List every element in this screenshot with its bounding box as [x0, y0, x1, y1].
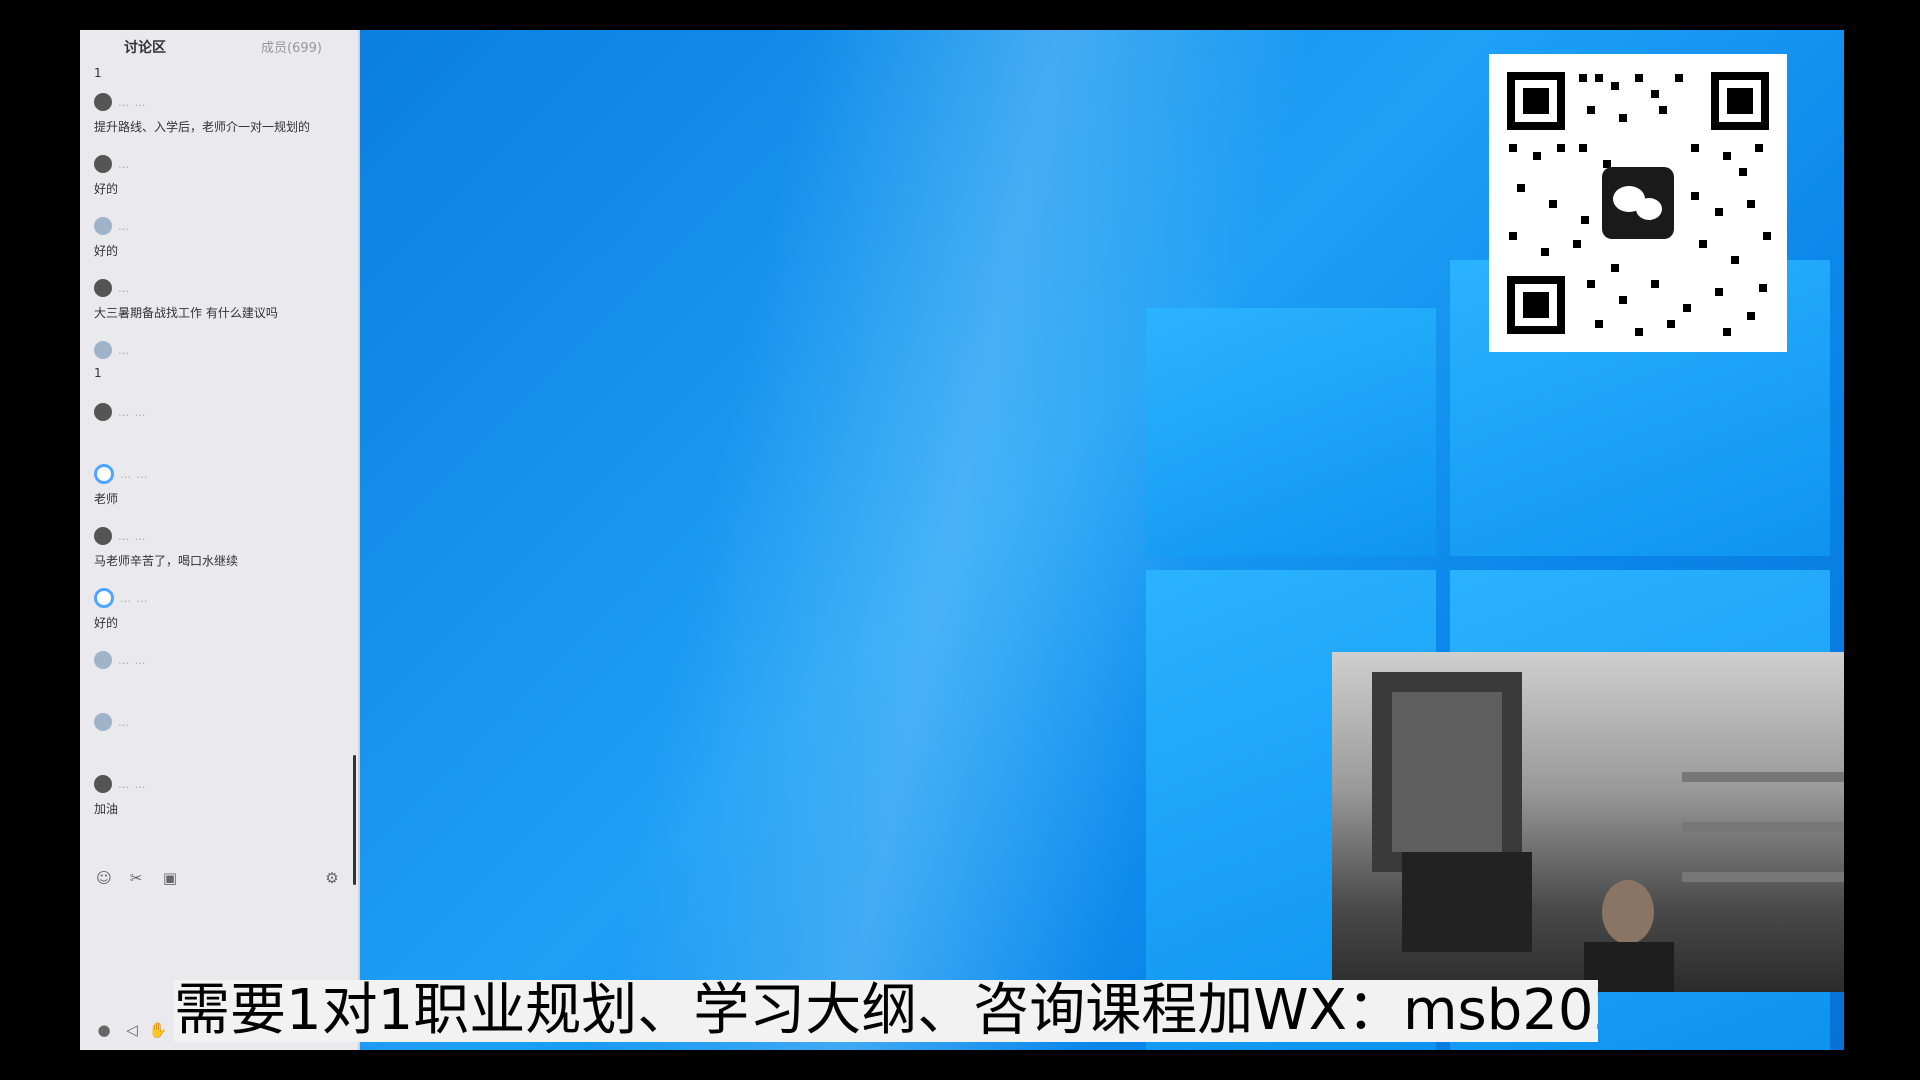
scissors-icon[interactable]: ✂ [126, 868, 146, 888]
message-list[interactable]: 1 … … 提升路线、入学后，老师介一对一规划的 … 好的 … 好的 … 大三暑… [80, 66, 350, 856]
webcam-scene [1372, 672, 1844, 992]
user-nickname: … [118, 715, 130, 729]
message-text: 好的 [94, 182, 119, 196]
user-nickname: … … [118, 529, 147, 543]
message-text: 1 [94, 66, 102, 80]
user-avatar[interactable] [94, 651, 112, 669]
user-nickname: … … [120, 591, 149, 605]
user-avatar[interactable] [94, 93, 112, 111]
chat-message: … [94, 712, 344, 738]
message-text: 1 [94, 366, 102, 380]
user-nickname: … [118, 157, 130, 171]
message-text: 好的 [94, 616, 119, 630]
chat-message: … 好的 [94, 216, 344, 259]
chat-message: … … 马老师辛苦了，喝口水继续 [94, 526, 344, 569]
user-avatar[interactable] [94, 464, 114, 484]
user-avatar[interactable] [94, 527, 112, 545]
chat-toolbar: ☺ ✂ ▣ ⚙ [94, 868, 344, 892]
hand-icon[interactable]: ✋ [148, 1020, 168, 1040]
webcam-feed [1332, 652, 1844, 992]
user-avatar[interactable] [94, 217, 112, 235]
chat-message: … … 老师 [94, 464, 344, 507]
member-count[interactable]: 成员(699) [261, 37, 322, 56]
gear-icon[interactable]: ⚙ [322, 868, 342, 888]
chat-message: … 好的 [94, 154, 344, 197]
screen-frame: 讨论区 成员(699) 1 … … 提升路线、入学后，老师介一对一规划的 … 好… [80, 30, 1844, 1050]
message-text: 加油 [94, 802, 119, 816]
user-nickname: … … [118, 405, 147, 419]
user-nickname: … [118, 219, 130, 233]
message-text: 好的 [94, 244, 119, 258]
message-text: 马老师辛苦了，喝口水继续 [94, 554, 239, 568]
chat-message: … … [94, 402, 344, 428]
chat-scrollbar[interactable] [353, 755, 356, 885]
chat-message: … 1 [94, 340, 344, 380]
message-text: 提升路线、入学后，老师介一对一规划的 [94, 120, 311, 134]
chat-message: 1 [94, 66, 344, 80]
speaker-icon[interactable]: ◁ [122, 1020, 142, 1040]
user-avatar[interactable] [94, 279, 112, 297]
chat-message: … … [94, 650, 344, 676]
qr-pattern [1507, 72, 1771, 336]
user-avatar[interactable] [94, 341, 112, 359]
user-avatar[interactable] [94, 775, 112, 793]
microphone-icon[interactable]: ● [94, 1020, 114, 1040]
windows-logo-pane [1146, 308, 1436, 556]
message-text: 老师 [94, 492, 119, 506]
user-nickname: … … [118, 95, 147, 109]
user-nickname: … [118, 343, 130, 357]
chat-message: … 大三暑期备战找工作 有什么建议吗 [94, 278, 344, 321]
chat-message: … … 加油 [94, 774, 344, 817]
wechat-qr-code[interactable] [1489, 54, 1787, 352]
user-nickname: … … [118, 777, 147, 791]
image-icon[interactable]: ▣ [160, 868, 180, 888]
user-nickname: … [118, 281, 130, 295]
message-text: 大三暑期备战找工作 有什么建议吗 [94, 306, 278, 320]
discussion-panel: 讨论区 成员(699) 1 … … 提升路线、入学后，老师介一对一规划的 … 好… [80, 30, 360, 1050]
chat-message: … … 提升路线、入学后，老师介一对一规划的 [94, 92, 344, 135]
user-nickname: … … [118, 653, 147, 667]
discussion-title[interactable]: 讨论区 [124, 37, 166, 57]
promo-caption: 需要1对1职业规划、学习大纲、咨询课程加WX：msb2023 [174, 980, 1598, 1042]
user-nickname: … … [120, 467, 149, 481]
smile-icon[interactable]: ☺ [94, 868, 114, 888]
user-avatar[interactable] [94, 403, 112, 421]
user-avatar[interactable] [94, 155, 112, 173]
discussion-header: 讨论区 成员(699) [80, 30, 358, 60]
chat-message: … … 好的 [94, 588, 344, 631]
user-avatar[interactable] [94, 588, 114, 608]
user-avatar[interactable] [94, 713, 112, 731]
